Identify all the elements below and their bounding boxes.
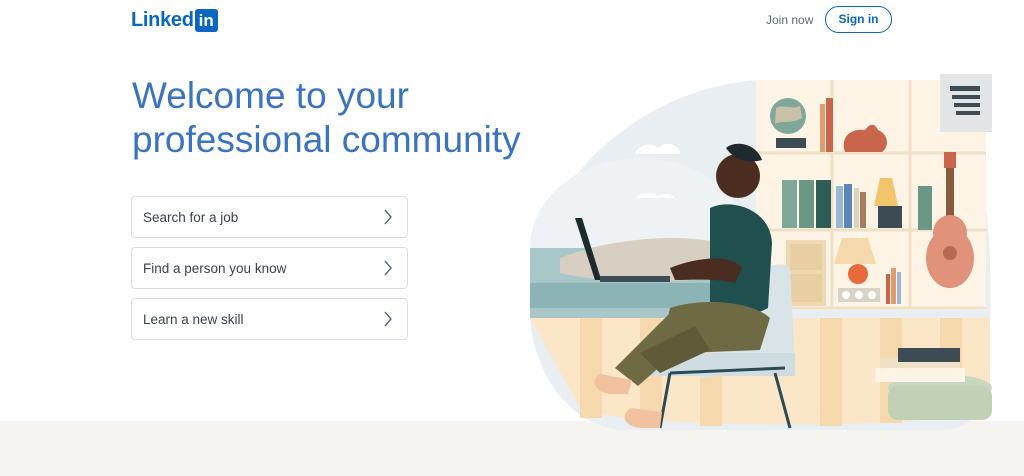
hero-illustration: [529, 74, 992, 430]
join-now-link[interactable]: Join now: [760, 11, 819, 29]
chevron-right-icon: [384, 311, 392, 327]
search-job-option[interactable]: Search for a job: [131, 196, 408, 238]
find-person-option[interactable]: Find a person you know: [131, 247, 408, 289]
headline-line-2: professional community: [132, 119, 521, 160]
option-label: Find a person you know: [143, 261, 287, 276]
sign-in-button[interactable]: Sign in: [825, 6, 892, 33]
logo-wordmark: Linked: [131, 8, 194, 31]
option-label: Learn a new skill: [143, 312, 244, 327]
headline-line-1: Welcome to your: [132, 75, 409, 116]
linkedin-logo[interactable]: Linked in: [131, 8, 218, 32]
chevron-right-icon: [384, 260, 392, 276]
learn-skill-option[interactable]: Learn a new skill: [131, 298, 408, 340]
option-label: Search for a job: [143, 210, 239, 225]
top-nav: Linked in Join now Sign in: [0, 0, 1024, 40]
chevron-right-icon: [384, 209, 392, 225]
logo-in-box: in: [194, 8, 218, 32]
page-headline: Welcome to your professional community: [132, 74, 572, 162]
